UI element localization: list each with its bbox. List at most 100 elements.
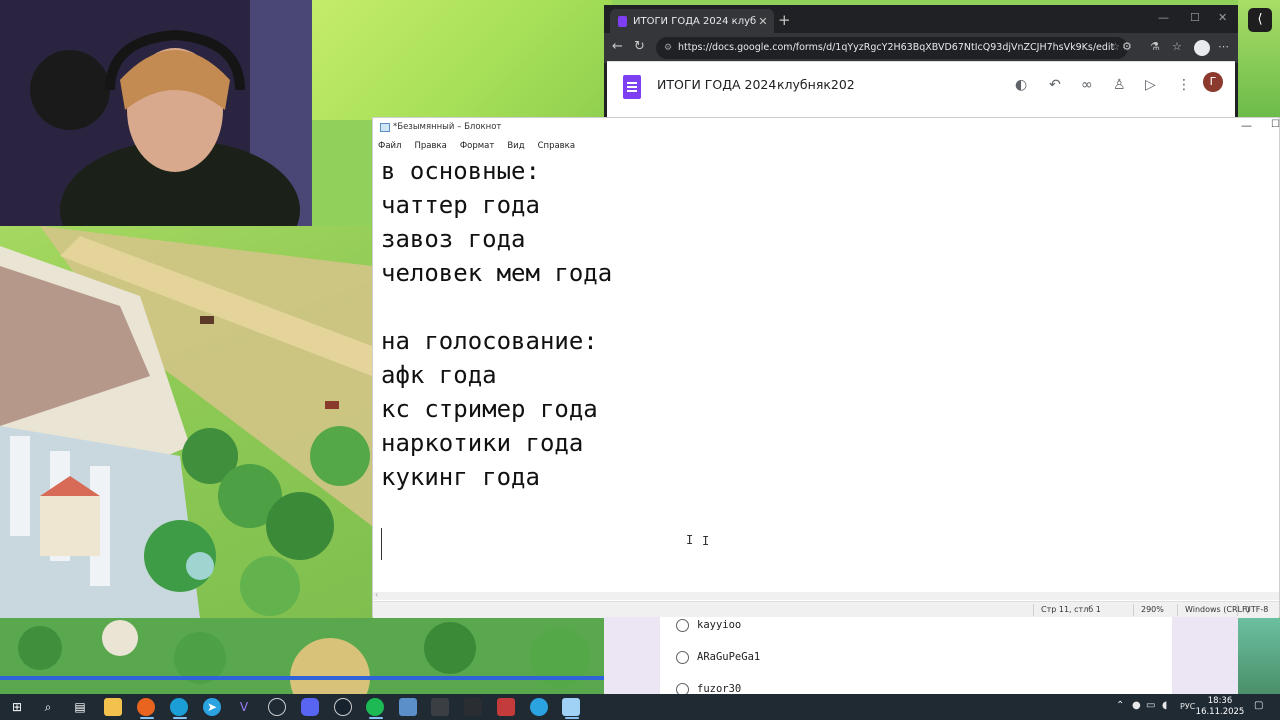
google-forms-favicon-icon: [618, 15, 627, 27]
steam-icon[interactable]: [334, 698, 352, 716]
notepad-title-bar: *Безымянный – Блокнот — ☐: [373, 118, 1280, 137]
notepad-menu-bar: Файл Правка Формат Вид Справка: [373, 139, 1279, 153]
notepad-content[interactable]: в основные: чаттер года завоз года челов…: [381, 154, 612, 494]
notepad-icon[interactable]: [562, 698, 580, 716]
telegram-icon[interactable]: [530, 698, 548, 716]
undo-icon[interactable]: ↶: [1049, 77, 1061, 93]
browser-tab-forms[interactable]: ИТОГИ ГОДА 2024 клубняк2024 ✕: [610, 9, 774, 33]
preview-icon[interactable]: ▷: [1145, 77, 1156, 93]
active-indicator: [565, 717, 579, 719]
share-icon[interactable]: ⟨: [1248, 8, 1272, 32]
new-tab-button[interactable]: +: [778, 11, 791, 29]
maximize-icon[interactable]: ☐: [1271, 119, 1280, 130]
favorites-icon[interactable]: ☆: [1172, 40, 1182, 53]
form-title[interactable]: ИТОГИ ГОДА 2024: [657, 77, 776, 92]
volume-icon[interactable]: ◖: [1162, 700, 1167, 711]
browser-toolbar: ← ↻ ⚙ https://docs.google.com/forms/d/1q…: [604, 33, 1238, 63]
task-view-icon[interactable]: ▤: [71, 698, 89, 716]
bookmark-star-icon[interactable]: ☆: [1111, 37, 1120, 59]
text-caret: [381, 528, 382, 560]
app-icon[interactable]: [497, 698, 515, 716]
tray-chevron-icon[interactable]: ⌃: [1116, 700, 1124, 711]
notepad-title: *Безымянный – Блокнот: [393, 122, 502, 132]
account-avatar[interactable]: Г: [1203, 72, 1223, 92]
firefox-icon[interactable]: [137, 698, 155, 716]
active-indicator: [369, 717, 383, 719]
address-bar[interactable]: ⚙ https://docs.google.com/forms/d/1qYyzR…: [656, 37, 1128, 59]
start-icon[interactable]: ⊞: [8, 698, 26, 716]
app-icon[interactable]: [431, 698, 449, 716]
telegram-icon[interactable]: ➤: [203, 698, 221, 716]
language-indicator[interactable]: РУС: [1180, 702, 1195, 711]
browser-tab-title: ИТОГИ ГОДА 2024 клубняк2024: [633, 15, 756, 27]
search-icon[interactable]: ⌕: [39, 698, 57, 716]
minimize-icon[interactable]: —: [1158, 11, 1169, 24]
spotify-icon[interactable]: [366, 698, 384, 716]
extension-icon-2[interactable]: ⚗: [1150, 40, 1160, 53]
notepad-status-bar: Стр 11, стлб 1 290% Windows (CRLF) UTF-8: [373, 601, 1279, 618]
radio-button-icon[interactable]: [676, 618, 689, 632]
browser-tab-bar: ИТОГИ ГОДА 2024 клубняк2024 ✕ + — ☐ ✕: [604, 5, 1238, 33]
menu-help[interactable]: Справка: [537, 141, 576, 151]
webcam-feed: [0, 0, 312, 226]
game-background-right-bottom: [1238, 618, 1280, 694]
palette-icon[interactable]: ◐: [1015, 77, 1027, 93]
menu-format[interactable]: Формат: [459, 141, 496, 151]
active-indicator: [140, 717, 154, 719]
browser-window: ИТОГИ ГОДА 2024 клубняк2024 ✕ + — ☐ ✕ ← …: [604, 5, 1238, 120]
close-window-icon[interactable]: ✕: [1218, 11, 1227, 24]
add-collaborator-icon[interactable]: ♙: [1113, 77, 1126, 93]
microphone-icon[interactable]: ●: [1132, 700, 1141, 711]
site-info-icon[interactable]: ⚙: [664, 37, 672, 59]
menu-file[interactable]: Файл: [377, 141, 402, 151]
more-menu-icon[interactable]: ⋯: [1218, 40, 1229, 53]
visual-studio-icon[interactable]: V: [235, 698, 253, 716]
game-background-top: [312, 0, 612, 120]
notepad-app-icon: [380, 123, 390, 132]
app-icon[interactable]: [399, 698, 417, 716]
ibeam-cursor-icon: I: [686, 533, 694, 547]
forms-question-card: kayyioo ARaGuPeGa1 fuzor30: [660, 615, 1172, 696]
google-forms-logo-icon[interactable]: [623, 75, 641, 99]
radio-option[interactable]: ARaGuPeGa1: [676, 647, 760, 667]
form-subtitle[interactable]: клубняк202: [777, 77, 855, 92]
notepad-text-area[interactable]: в основные: чаттер года завоз года челов…: [373, 154, 1279, 592]
clock-time: 18:36: [1207, 696, 1233, 706]
ibeam-cursor-icon-2: I: [702, 534, 710, 548]
notifications-icon[interactable]: ▢: [1254, 700, 1263, 711]
network-icon[interactable]: ▭: [1146, 700, 1155, 711]
link-icon[interactable]: ∞: [1081, 77, 1093, 93]
game-scene-bottom: [0, 618, 604, 694]
profile-avatar[interactable]: [1194, 40, 1210, 56]
discord-icon[interactable]: [301, 698, 319, 716]
more-vert-icon[interactable]: ⋮: [1177, 77, 1191, 93]
menu-view[interactable]: Вид: [506, 141, 525, 151]
taskbar-clock[interactable]: 18:36 16.11.2025: [1195, 696, 1245, 718]
game-scene: [0, 226, 372, 618]
url-text: https://docs.google.com/forms/d/1qYyzRgc…: [678, 42, 1115, 53]
minimize-icon[interactable]: —: [1241, 119, 1252, 132]
extension-icon[interactable]: ⚙: [1122, 40, 1132, 53]
notepad-window: *Безымянный – Блокнот — ☐ Файл Правка Фо…: [372, 117, 1280, 618]
radio-option[interactable]: kayyioo: [676, 615, 741, 635]
obs-icon[interactable]: [268, 698, 286, 716]
forms-body-background: kayyioo ARaGuPeGa1 fuzor30: [604, 615, 1238, 696]
status-zoom: 290%: [1141, 605, 1164, 614]
scroll-left-icon[interactable]: ‹: [375, 590, 378, 599]
radio-option-label: kayyioo: [697, 619, 742, 631]
edge-icon[interactable]: [170, 698, 188, 716]
menu-edit[interactable]: Правка: [413, 141, 447, 151]
status-line-ending: Windows (CRLF): [1185, 605, 1250, 614]
reload-icon[interactable]: ↻: [634, 39, 645, 54]
radio-button-icon[interactable]: [676, 650, 689, 664]
maximize-icon[interactable]: ☐: [1190, 11, 1200, 24]
stream-progress-bar: [0, 676, 604, 680]
forms-header: ИТОГИ ГОДА 2024 клубняк202 ◐ ↶ ∞ ♙ ▷ ⋮ Г: [607, 61, 1235, 120]
clock-date: 16.11.2025: [1195, 707, 1245, 717]
close-tab-icon[interactable]: ✕: [756, 15, 770, 28]
horizontal-scrollbar[interactable]: ‹: [373, 590, 1279, 600]
file-explorer-icon[interactable]: [104, 698, 122, 716]
status-position: Стр 11, стлб 1: [1041, 605, 1101, 614]
back-icon[interactable]: ←: [612, 39, 623, 54]
app-icon[interactable]: [464, 698, 482, 716]
